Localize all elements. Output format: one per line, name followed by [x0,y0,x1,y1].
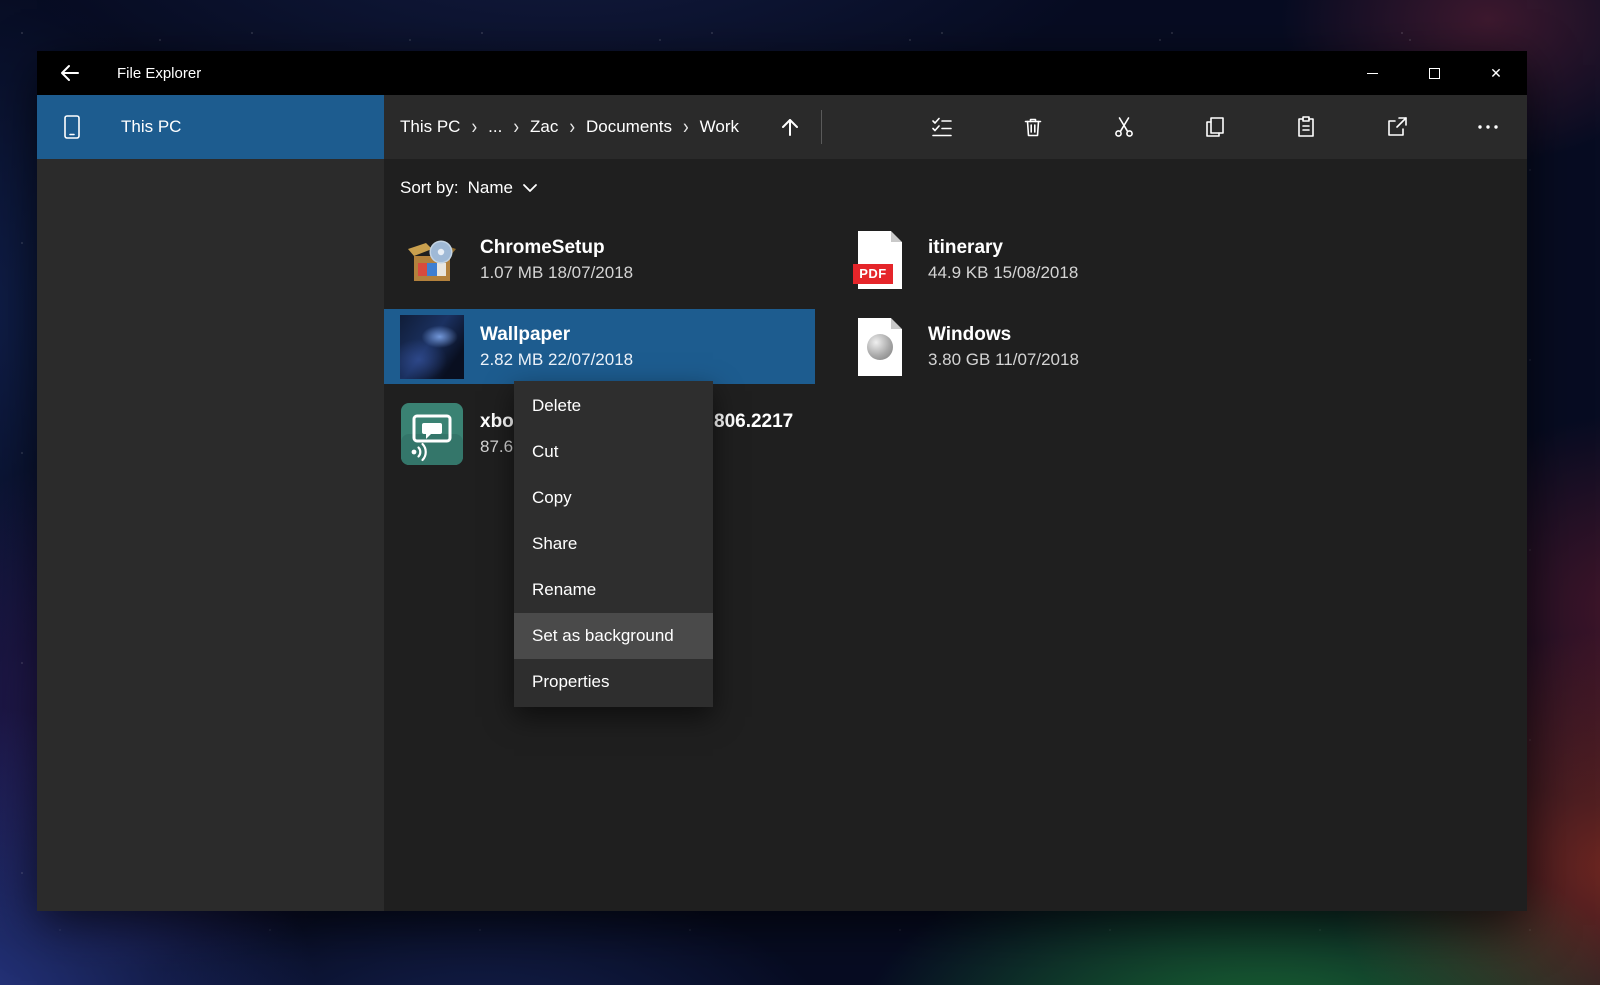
sort-by-label: Sort by: [400,178,459,198]
breadcrumb-documents[interactable]: Documents [586,117,672,137]
file-tile-chromesetup[interactable]: ChromeSetup 1.07 MB 18/07/2018 [384,222,815,297]
file-name-right-fragment: 806.2217 [714,408,793,435]
maximize-button[interactable] [1403,51,1465,95]
breadcrumb-this-pc[interactable]: This PC [400,117,460,137]
navigation-row: This PC This PC › ... › Zac › Documents … [37,95,1527,159]
chevron-down-icon [522,182,538,194]
file-details: 3.80 GB 11/07/2018 [928,348,1079,372]
disc-image-glyph [867,334,893,360]
installer-box-icon [400,228,464,292]
chevron-right-icon: › [513,115,519,140]
file-tile-wallpaper[interactable]: Wallpaper 2.82 MB 22/07/2018 [384,309,815,384]
chevron-right-icon: › [569,115,575,140]
share-button[interactable] [1374,104,1420,150]
context-menu-item-properties[interactable]: Properties [514,659,713,705]
back-arrow-icon [58,61,82,85]
breadcrumb-collapsed[interactable]: ... [488,117,502,137]
image-thumbnail-icon [400,315,464,379]
sort-dropdown[interactable]: Name [468,178,538,198]
file-list-pane: Sort by: Name [384,159,1527,911]
context-menu-item-cut[interactable]: Cut [514,429,713,475]
delete-button[interactable] [1010,104,1056,150]
window-body: Sort by: Name [37,159,1527,911]
file-details: 2.82 MB 22/07/2018 [480,348,633,372]
pdf-file-icon: PDF [848,228,912,292]
sidebar-item-this-pc[interactable]: This PC [37,95,384,159]
page-fold [891,231,902,242]
cut-button[interactable] [1101,104,1147,150]
window-title: File Explorer [117,65,201,82]
clipboard-paste-icon [1294,115,1318,139]
paste-button[interactable] [1283,104,1329,150]
context-menu-item-set-as-background[interactable]: Set as background [514,613,713,659]
context-menu-item-delete[interactable]: Delete [514,383,713,429]
breadcrumb: This PC › ... › Zac › Documents › Work [400,117,739,137]
file-info: ChromeSetup 1.07 MB 18/07/2018 [480,234,633,285]
chevron-right-icon: › [683,115,689,140]
file-details: 44.9 KB 15/08/2018 [928,261,1078,285]
file-info: Wallpaper 2.82 MB 22/07/2018 [480,321,633,372]
file-name: ChromeSetup [480,234,633,261]
up-arrow-icon [778,115,802,139]
chevron-right-icon: › [471,115,477,140]
sidebar-item-label: This PC [121,117,181,137]
multiselect-button[interactable] [919,104,965,150]
close-icon: ✕ [1490,66,1502,80]
page-fold [891,318,902,329]
sidebar [37,159,384,911]
file-name: Windows [928,321,1079,348]
trash-icon [1021,115,1045,139]
sort-control: Sort by: Name [400,175,1527,201]
ellipsis-icon [1476,115,1500,139]
multiselect-icon [930,115,954,139]
back-button[interactable] [47,51,93,95]
minimize-icon [1367,73,1378,74]
breadcrumb-bar: This PC › ... › Zac › Documents › Work [384,95,1527,159]
caption-buttons: ✕ [1341,51,1527,95]
scissors-icon [1112,115,1136,139]
more-options-button[interactable] [1465,104,1511,150]
context-menu-item-copy[interactable]: Copy [514,475,713,521]
context-menu-item-share[interactable]: Share [514,521,713,567]
wallpaper-thumbnail [400,315,464,379]
file-tile-windows[interactable]: Windows 3.80 GB 11/07/2018 [832,309,1263,384]
desktop-background: File Explorer ✕ This PC This PC › . [0,0,1600,985]
breadcrumb-zac[interactable]: Zac [530,117,558,137]
xbox-app-icon [400,402,464,466]
title-bar: File Explorer ✕ [37,51,1527,95]
share-icon [1385,115,1409,139]
toolbar-divider [821,110,822,144]
copy-icon [1203,115,1227,139]
file-details: 1.07 MB 18/07/2018 [480,261,633,285]
context-menu: Delete Cut Copy Share Rename Set as back… [514,381,713,707]
pdf-badge: PDF [853,264,893,284]
file-name: Wallpaper [480,321,633,348]
generic-file-icon [848,315,912,379]
file-tile-itinerary[interactable]: PDF itinerary 44.9 KB 15/08/2018 [832,222,1263,297]
file-name: itinerary [928,234,1078,261]
navigate-up-button[interactable] [767,104,813,150]
file-name-left-fragment: xbo [480,411,514,432]
sort-value: Name [468,178,513,198]
copy-button[interactable] [1192,104,1238,150]
tablet-device-icon [61,114,83,140]
maximize-icon [1429,68,1440,79]
breadcrumb-work[interactable]: Work [700,117,739,137]
close-button[interactable]: ✕ [1465,51,1527,95]
file-info: itinerary 44.9 KB 15/08/2018 [928,234,1078,285]
context-menu-item-rename[interactable]: Rename [514,567,713,613]
file-explorer-window: File Explorer ✕ This PC This PC › . [37,51,1527,911]
minimize-button[interactable] [1341,51,1403,95]
command-toolbar [919,104,1517,150]
file-info: Windows 3.80 GB 11/07/2018 [928,321,1079,372]
